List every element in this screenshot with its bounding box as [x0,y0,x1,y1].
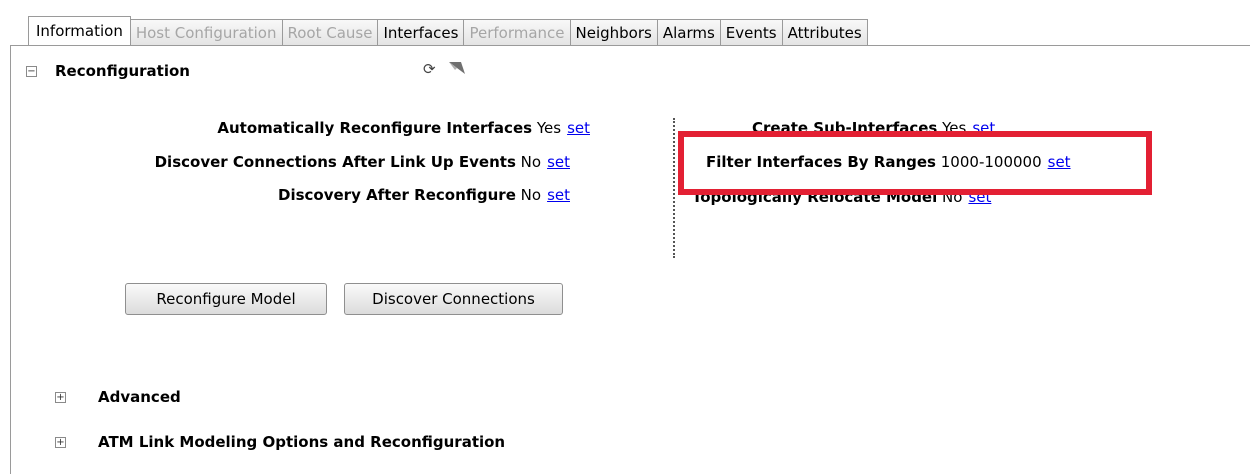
tab-alarms[interactable]: Alarms [657,19,721,46]
tab-neighbors[interactable]: Neighbors [570,19,658,46]
attr-auto-reconfigure: Automatically Reconfigure Interfaces Yes… [60,119,590,137]
tab-host-configuration[interactable]: Host Configuration [130,19,283,46]
attr-value: No [520,186,542,204]
section-title-advanced[interactable]: Advanced [98,388,181,406]
tab-performance[interactable]: Performance [464,19,571,46]
tab-label: Events [725,23,777,42]
attr-label: Discovery After Reconfigure [278,186,516,204]
attr-value: No [520,153,542,171]
set-link[interactable]: set [1048,153,1071,171]
attr-label: Discover Connections After Link Up Event… [154,153,516,171]
set-link[interactable]: set [567,119,590,137]
tab-label: Alarms [662,23,715,42]
tab-label: Neighbors [575,23,652,42]
attr-value: Yes [536,119,562,137]
set-link[interactable]: set [547,186,570,204]
pin-icon[interactable] [447,60,467,76]
section-title-atm[interactable]: ATM Link Modeling Options and Reconfigur… [98,433,505,451]
tab-bar: Information Host Configuration Root Caus… [28,16,868,46]
tab-label: Information [36,22,123,40]
collapse-icon[interactable]: − [26,66,37,77]
attr-label: Filter Interfaces By Ranges [706,153,936,171]
attr-value: 1000-100000 [940,153,1042,171]
tab-label: Attributes [787,23,862,42]
set-link[interactable]: set [547,153,570,171]
tab-label: Root Cause [287,23,373,42]
tab-label: Performance [469,23,565,42]
tab-events[interactable]: Events [720,19,783,46]
column-divider [673,118,675,258]
attr-filter-interfaces-by-ranges: Filter Interfaces By Ranges 1000-100000 s… [706,153,1075,171]
tab-attributes[interactable]: Attributes [782,19,868,46]
reconfigure-model-button[interactable]: Reconfigure Model [125,283,327,315]
refresh-icon[interactable]: ⟳ [423,60,436,78]
tab-label: Host Configuration [135,23,277,42]
expand-icon[interactable]: + [55,437,66,448]
tab-root-cause[interactable]: Root Cause [282,19,379,46]
attr-discover-connections: Discover Connections After Link Up Event… [60,153,570,171]
button-label: Discover Connections [372,290,535,308]
section-title-reconfiguration: Reconfiguration [55,62,190,80]
expand-icon[interactable]: + [55,392,66,403]
tab-interfaces[interactable]: Interfaces [378,19,465,46]
tab-information[interactable]: Information [28,16,131,46]
information-panel [10,45,1250,474]
tab-label: Interfaces [383,23,459,42]
button-label: Reconfigure Model [156,290,296,308]
attr-discovery-after-reconfigure: Discovery After Reconfigure No set [60,186,570,204]
attr-label: Automatically Reconfigure Interfaces [217,119,533,137]
discover-connections-button[interactable]: Discover Connections [344,283,563,315]
